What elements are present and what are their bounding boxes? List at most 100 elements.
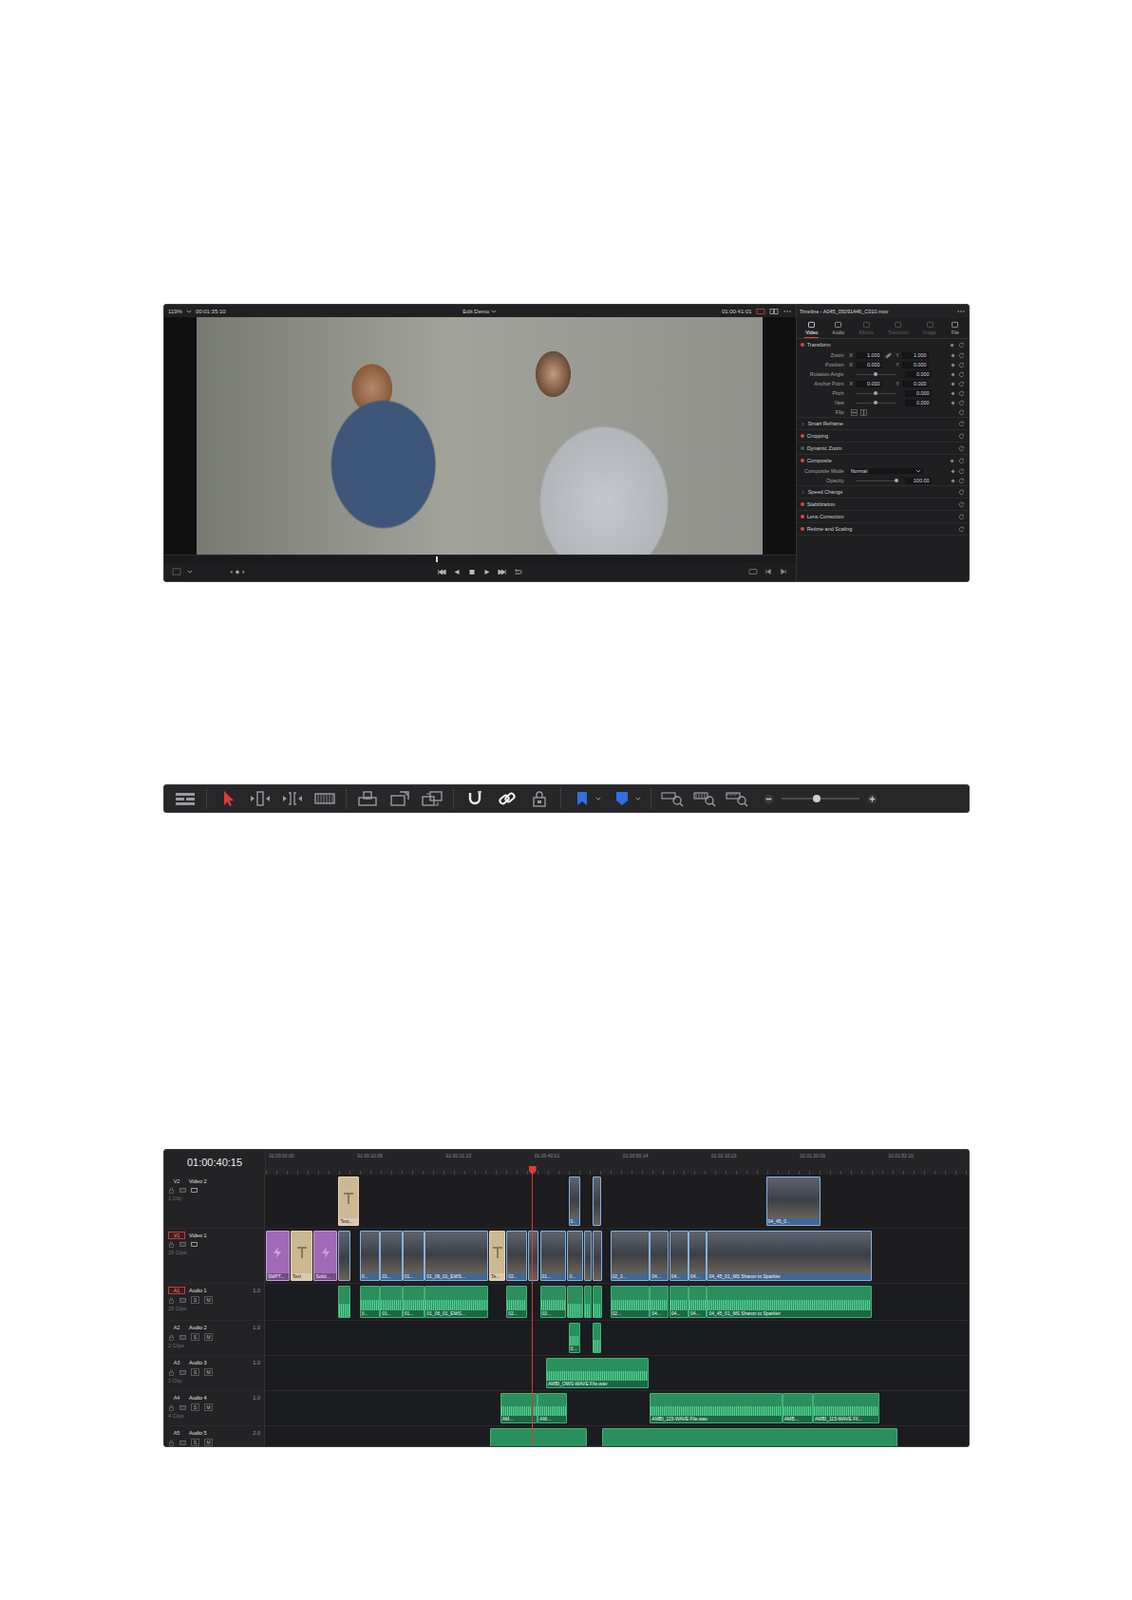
reset-icon[interactable] bbox=[958, 361, 965, 369]
keyframe-icon[interactable] bbox=[948, 457, 956, 465]
jog-icon[interactable] bbox=[226, 567, 248, 577]
tool-button[interactable] bbox=[660, 790, 684, 808]
reset-icon[interactable] bbox=[958, 371, 965, 378]
y-field[interactable]: 1.000 bbox=[902, 352, 929, 359]
mute-button[interactable]: M bbox=[204, 1333, 213, 1341]
reset-icon[interactable] bbox=[958, 457, 965, 465]
section-header[interactable]: Speed Change bbox=[796, 486, 969, 498]
track-name[interactable]: Audio 5 bbox=[188, 1430, 208, 1436]
lock-icon[interactable] bbox=[168, 1241, 175, 1248]
link-icon[interactable] bbox=[495, 790, 519, 808]
reset-icon[interactable] bbox=[958, 380, 965, 388]
video-clip[interactable]: 04... bbox=[669, 1230, 689, 1282]
title-clip[interactable]: Text... bbox=[338, 1176, 359, 1227]
auto-select-icon[interactable] bbox=[179, 1404, 187, 1412]
enable-toggle[interactable] bbox=[800, 446, 805, 451]
lock-icon[interactable] bbox=[168, 1334, 175, 1341]
enable-toggle[interactable] bbox=[800, 433, 805, 438]
audio-clip[interactable]: 01... bbox=[379, 1285, 403, 1319]
video-clip[interactable]: 01... bbox=[540, 1230, 567, 1282]
audio-clip[interactable]: 04... bbox=[649, 1285, 668, 1319]
inspector-tab[interactable]: Transition bbox=[886, 320, 910, 339]
keyframe-icon[interactable] bbox=[949, 371, 957, 378]
inspector-tab[interactable]: File bbox=[949, 320, 961, 339]
audio-clip[interactable]: 01... bbox=[402, 1285, 426, 1319]
viewer-scrubber[interactable] bbox=[164, 554, 796, 564]
stop-icon[interactable] bbox=[467, 567, 477, 577]
x-field[interactable]: 0.000 bbox=[855, 361, 883, 369]
enable-toggle[interactable] bbox=[800, 342, 805, 347]
audio-clip[interactable]: 02... bbox=[506, 1285, 527, 1319]
reset-icon[interactable] bbox=[958, 433, 965, 440]
enable-toggle[interactable] bbox=[800, 502, 805, 507]
inspector-tab[interactable]: Image bbox=[922, 320, 938, 339]
reset-icon[interactable] bbox=[958, 399, 965, 407]
more-icon[interactable] bbox=[956, 307, 966, 316]
audio-clip[interactable]: AMBI_OWS-WAVE File.wav bbox=[546, 1358, 649, 1389]
zoomfull-icon[interactable] bbox=[660, 790, 684, 808]
audio-clip[interactable]: AMB... bbox=[782, 1393, 813, 1424]
expand-arrow-icon[interactable] bbox=[800, 421, 806, 427]
track-id[interactable]: A5 bbox=[168, 1429, 186, 1437]
enable-toggle[interactable] bbox=[800, 514, 805, 519]
section-header[interactable]: Stabilization bbox=[796, 498, 969, 510]
audio-clip[interactable]: 04... bbox=[688, 1285, 707, 1319]
enable-toggle[interactable] bbox=[800, 527, 805, 531]
tool-button[interactable] bbox=[495, 790, 519, 808]
inspector-tab[interactable]: Effects bbox=[857, 320, 874, 339]
auto-select-icon[interactable] bbox=[179, 1297, 187, 1304]
video-clip[interactable] bbox=[592, 1230, 603, 1282]
next-edit-icon[interactable] bbox=[778, 567, 789, 576]
track-name[interactable]: Video 2 bbox=[188, 1178, 208, 1185]
lock-icon[interactable] bbox=[168, 1187, 175, 1194]
keyframe-icon[interactable] bbox=[949, 477, 957, 485]
play-icon[interactable] bbox=[482, 567, 492, 577]
scrubber-playhead[interactable] bbox=[435, 556, 438, 563]
track-name[interactable]: Audio 2 bbox=[188, 1324, 208, 1331]
insert-icon[interactable] bbox=[356, 790, 379, 808]
blade-icon[interactable] bbox=[313, 790, 337, 808]
dynamic-icon[interactable] bbox=[281, 790, 304, 808]
view-options-icon[interactable] bbox=[171, 567, 182, 576]
audio-clip[interactable] bbox=[592, 1322, 602, 1354]
section-header[interactable]: Transform bbox=[796, 339, 969, 351]
video-clip[interactable]: 02... bbox=[506, 1230, 527, 1282]
track-visible-icon[interactable] bbox=[190, 1241, 198, 1248]
tool-button[interactable] bbox=[570, 790, 602, 808]
section-header[interactable]: Cropping bbox=[796, 430, 969, 442]
track-name[interactable]: Audio 1 bbox=[188, 1287, 208, 1294]
value-field[interactable]: 0.000 bbox=[905, 371, 932, 378]
x-field[interactable]: 0.000 bbox=[855, 380, 883, 388]
tool-button[interactable] bbox=[173, 790, 197, 808]
chevron-down-icon[interactable] bbox=[490, 308, 497, 315]
title-clip[interactable]: Text bbox=[290, 1230, 314, 1282]
parameter-slider[interactable] bbox=[855, 399, 897, 407]
zoom-slider-knob[interactable] bbox=[812, 794, 821, 803]
zoom-slider[interactable] bbox=[781, 793, 860, 804]
keyframe-icon[interactable] bbox=[949, 399, 957, 407]
tool-button[interactable] bbox=[693, 790, 717, 808]
lock-icon[interactable] bbox=[168, 1369, 175, 1377]
generator-clip[interactable]: SMPT... bbox=[265, 1230, 290, 1282]
lock-icon[interactable] bbox=[168, 1297, 175, 1304]
zoom-out-icon[interactable] bbox=[763, 793, 774, 805]
chevron-down-icon[interactable] bbox=[595, 795, 602, 802]
audio-clip[interactable]: 04_45_01_MS Sharon to Sparkler bbox=[706, 1285, 872, 1319]
track-id[interactable]: A1 bbox=[168, 1286, 186, 1295]
solo-button[interactable]: S bbox=[190, 1403, 200, 1412]
tool-button[interactable] bbox=[248, 790, 272, 808]
chevron-down-icon[interactable] bbox=[635, 795, 642, 802]
flip-horizontal-icon[interactable] bbox=[850, 409, 858, 416]
lock-icon[interactable] bbox=[528, 790, 551, 808]
timeline-ruler[interactable]: 01:00:00:0001:00:10:0901:00:21:1301:00:4… bbox=[265, 1150, 969, 1175]
playhead-head[interactable] bbox=[528, 1166, 537, 1175]
auto-select-icon[interactable] bbox=[179, 1187, 187, 1194]
go-to-start-icon[interactable] bbox=[436, 567, 447, 577]
expand-arrow-icon[interactable] bbox=[800, 490, 806, 495]
section-header[interactable]: Dynamic Zoom bbox=[796, 442, 969, 454]
select-icon[interactable] bbox=[216, 790, 240, 808]
video-clip[interactable]: 04... bbox=[688, 1230, 707, 1282]
parameter-slider[interactable] bbox=[855, 371, 897, 378]
view-icon[interactable] bbox=[173, 790, 197, 808]
y-field[interactable]: 0.000 bbox=[902, 361, 929, 369]
